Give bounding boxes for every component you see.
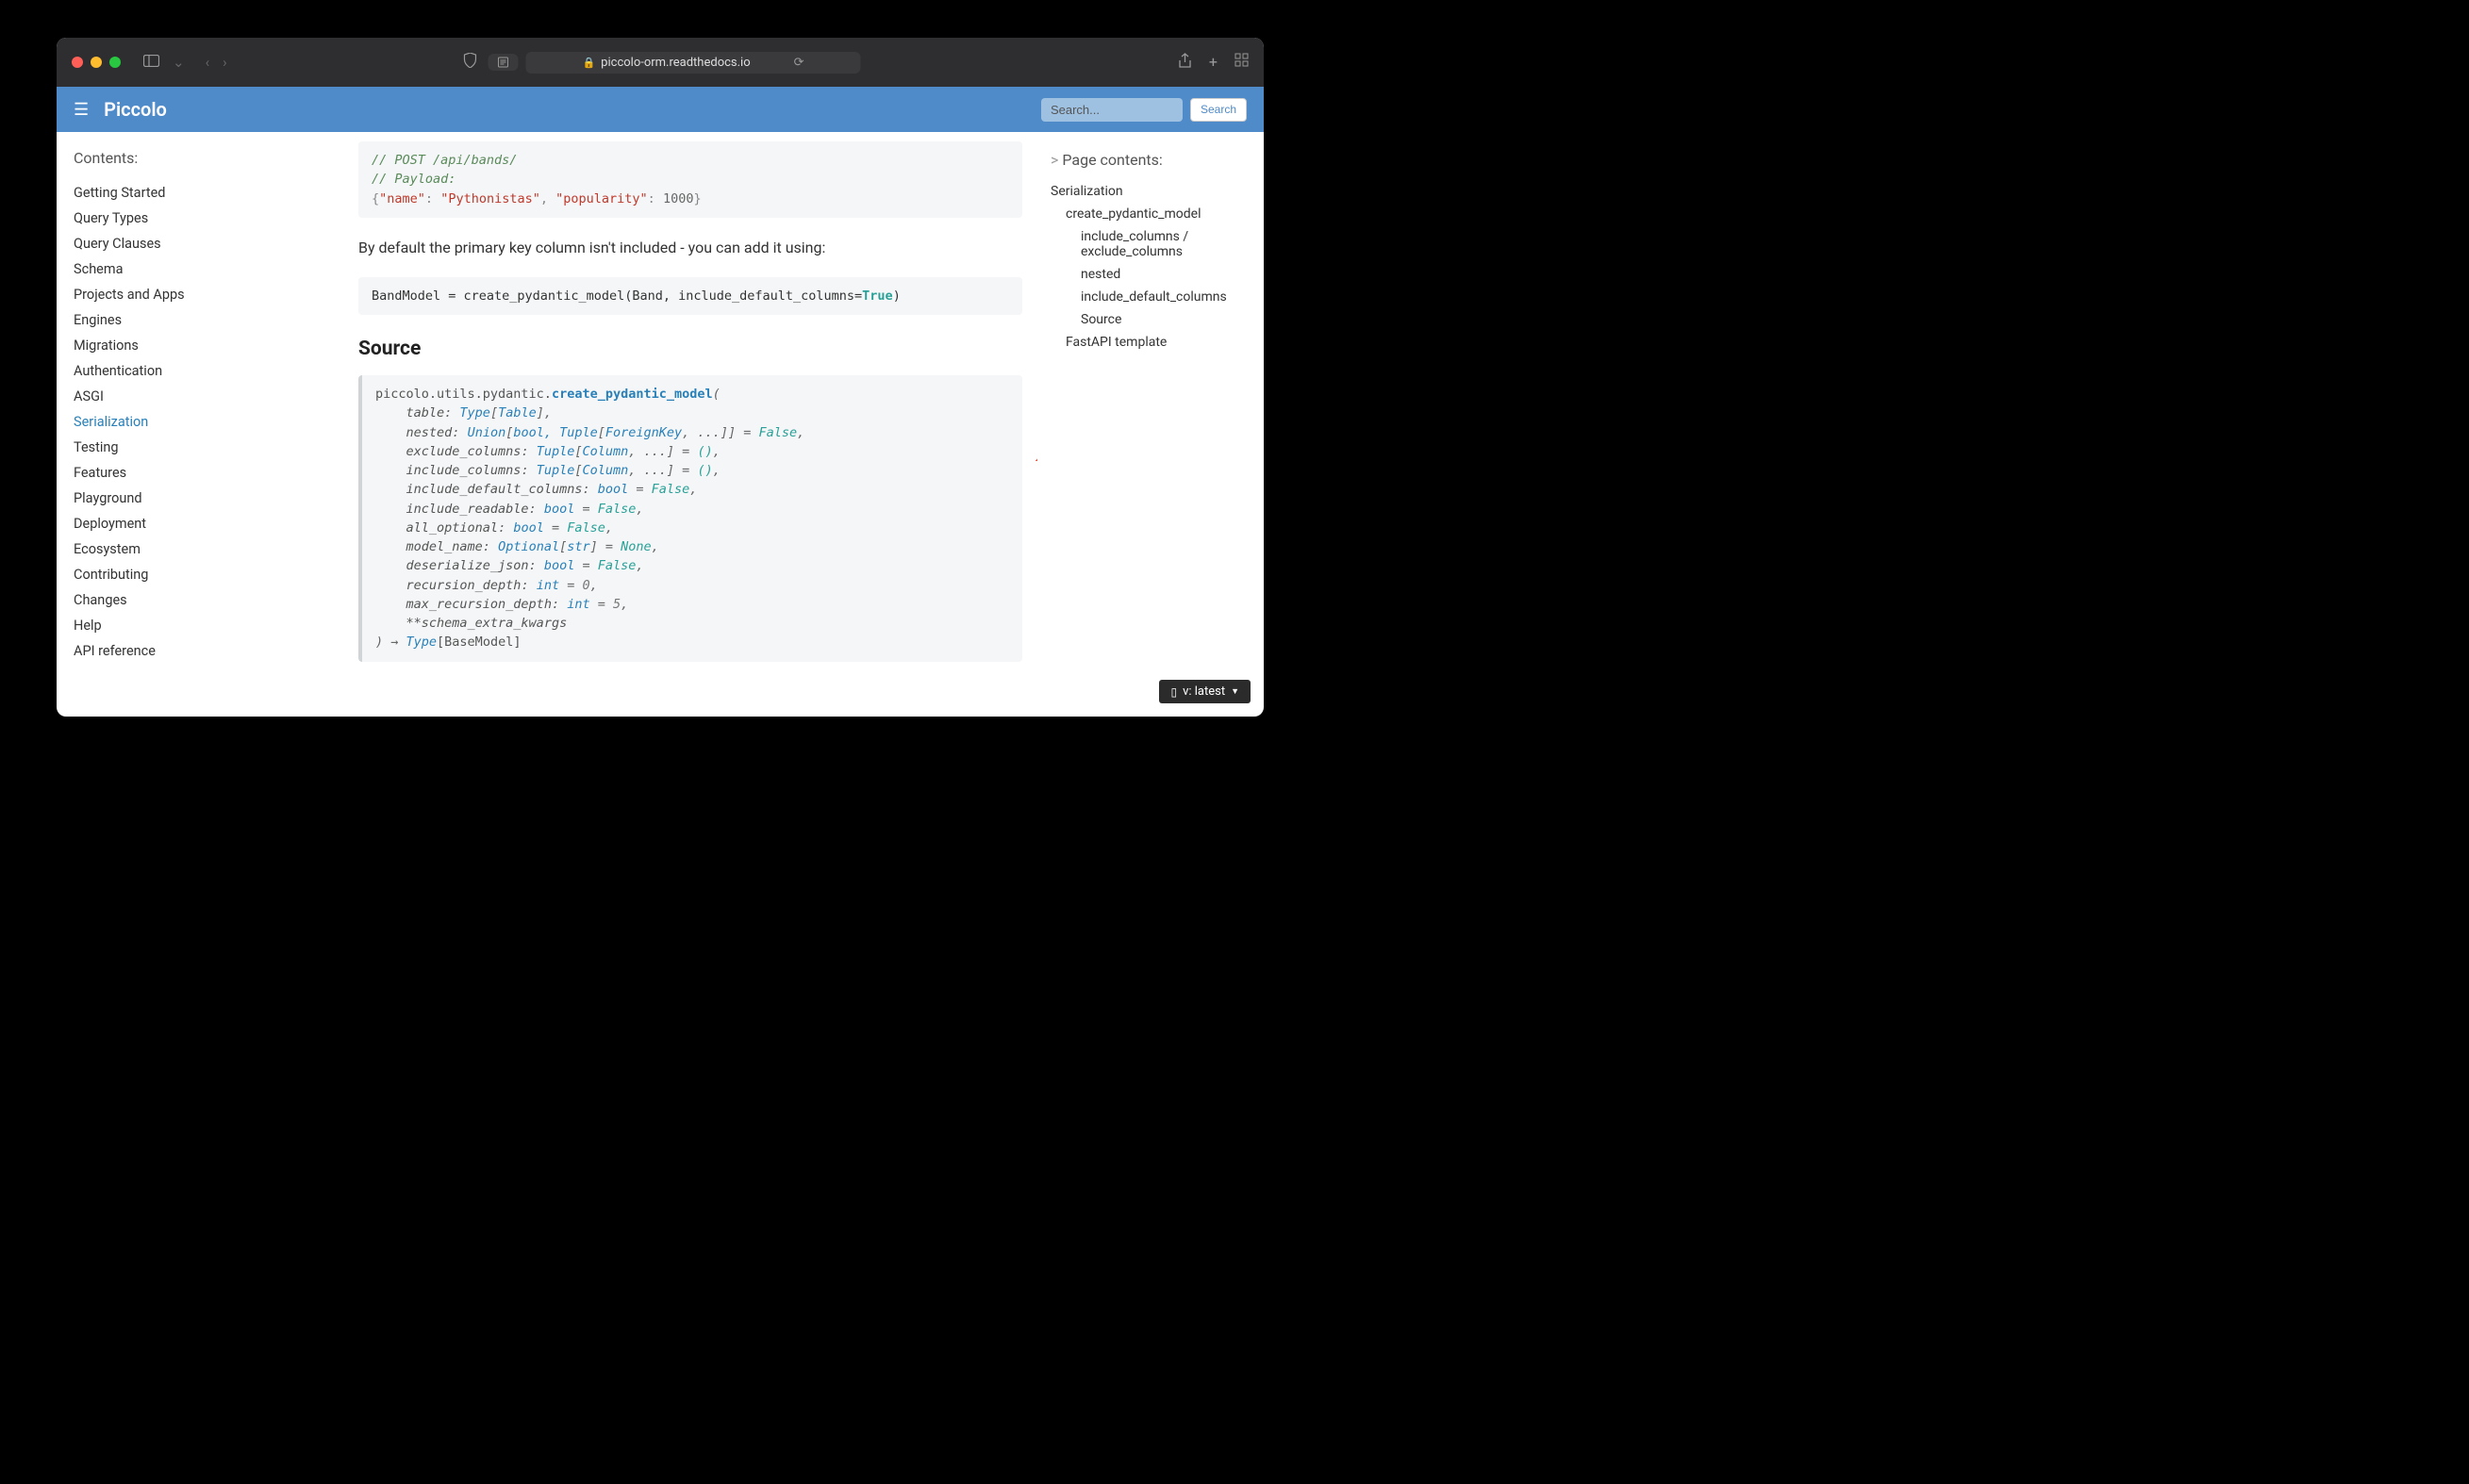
paragraph: By default the primary key column isn't …: [358, 239, 1022, 256]
site-header: ☰ Piccolo Search: [57, 87, 1264, 132]
menu-icon[interactable]: ☰: [74, 100, 89, 120]
page-contents-heading: >Page contents:: [1051, 151, 1251, 169]
nav-item-schema[interactable]: Schema: [74, 256, 283, 282]
nav-item-testing[interactable]: Testing: [74, 435, 283, 460]
nav-item-deployment[interactable]: Deployment: [74, 511, 283, 536]
toc-item[interactable]: Serialization: [1051, 180, 1251, 203]
nav-item-asgi[interactable]: ASGI: [74, 384, 283, 409]
main-content: // POST /api/bands/ // Payload: {"name":…: [283, 132, 1037, 717]
toc-item[interactable]: create_pydantic_model: [1051, 203, 1251, 225]
toc-item[interactable]: Source: [1051, 308, 1251, 331]
tabs-icon[interactable]: [1234, 53, 1249, 73]
nav-item-ecosystem[interactable]: Ecosystem: [74, 536, 283, 562]
nav-item-engines[interactable]: Engines: [74, 307, 283, 333]
shield-icon[interactable]: [459, 51, 480, 74]
nav-item-getting-started[interactable]: Getting Started: [74, 180, 283, 206]
nav-item-query-types[interactable]: Query Types: [74, 206, 283, 231]
maximize-window-icon[interactable]: [109, 57, 121, 68]
sidebar-right: >Page contents: Serializationcreate_pyda…: [1037, 132, 1264, 717]
code-block-usage: BandModel = create_pydantic_model(Band, …: [358, 277, 1022, 315]
nav-item-contributing[interactable]: Contributing: [74, 562, 283, 587]
nav-item-help[interactable]: Help: [74, 613, 283, 638]
brand-title[interactable]: Piccolo: [104, 98, 167, 121]
toc-item[interactable]: nested: [1051, 263, 1251, 286]
chevron-down-icon[interactable]: ⌄: [169, 52, 189, 73]
url-text: piccolo-orm.readthedocs.io: [601, 56, 750, 70]
nav-item-query-clauses[interactable]: Query Clauses: [74, 231, 283, 256]
minimize-window-icon[interactable]: [91, 57, 102, 68]
section-heading-source: Source: [358, 338, 1022, 360]
code-block-signature: piccolo.utils.pydantic.create_pydantic_m…: [358, 375, 1022, 662]
page-body: Contents: Getting StartedQuery TypesQuer…: [57, 132, 1264, 717]
search-input[interactable]: [1041, 98, 1183, 122]
nav-item-changes[interactable]: Changes: [74, 587, 283, 613]
share-icon[interactable]: [1178, 53, 1192, 73]
nav-item-projects-and-apps[interactable]: Projects and Apps: [74, 282, 283, 307]
browser-window: ⌄ ‹ › 🔒 piccolo-orm.readthedocs.io ⟳ +: [57, 38, 1264, 717]
titlebar: ⌄ ‹ › 🔒 piccolo-orm.readthedocs.io ⟳ +: [57, 38, 1264, 87]
nav-list: Getting StartedQuery TypesQuery ClausesS…: [74, 180, 283, 664]
url-bar[interactable]: 🔒 piccolo-orm.readthedocs.io ⟳: [525, 52, 860, 74]
lock-icon: 🔒: [582, 57, 595, 69]
reload-icon[interactable]: ⟳: [794, 56, 804, 70]
nav-item-migrations[interactable]: Migrations: [74, 333, 283, 358]
caret-down-icon: ▼: [1231, 686, 1239, 697]
new-tab-icon[interactable]: +: [1209, 53, 1218, 73]
toc-item[interactable]: include_columns / exclude_columns: [1051, 225, 1251, 263]
annotation-arrow: [1028, 415, 1037, 467]
nav-item-features[interactable]: Features: [74, 460, 283, 486]
toc-item[interactable]: include_default_columns: [1051, 286, 1251, 308]
nav-item-authentication[interactable]: Authentication: [74, 358, 283, 384]
traffic-lights: [72, 57, 121, 68]
search-button[interactable]: Search: [1190, 98, 1247, 122]
sidebar-toggle-icon[interactable]: [140, 52, 163, 73]
url-area: 🔒 piccolo-orm.readthedocs.io ⟳: [459, 51, 860, 74]
reader-icon[interactable]: [488, 54, 518, 71]
back-icon[interactable]: ‹: [202, 52, 214, 73]
close-window-icon[interactable]: [72, 57, 83, 68]
version-label: v: latest: [1183, 684, 1225, 699]
code-block-example: // POST /api/bands/ // Payload: {"name":…: [358, 141, 1022, 218]
book-icon: ▯: [1170, 685, 1177, 699]
nav-item-api-reference[interactable]: API reference: [74, 638, 283, 664]
contents-heading: Contents:: [74, 149, 283, 167]
toc-list: Serializationcreate_pydantic_modelinclud…: [1051, 180, 1251, 354]
sidebar-left: Contents: Getting StartedQuery TypesQuer…: [57, 132, 283, 717]
nav-item-serialization[interactable]: Serialization: [74, 409, 283, 435]
toc-item[interactable]: FastAPI template: [1051, 331, 1251, 354]
forward-icon[interactable]: ›: [219, 52, 231, 73]
version-badge[interactable]: ▯ v: latest ▼: [1159, 680, 1251, 703]
nav-item-playground[interactable]: Playground: [74, 486, 283, 511]
